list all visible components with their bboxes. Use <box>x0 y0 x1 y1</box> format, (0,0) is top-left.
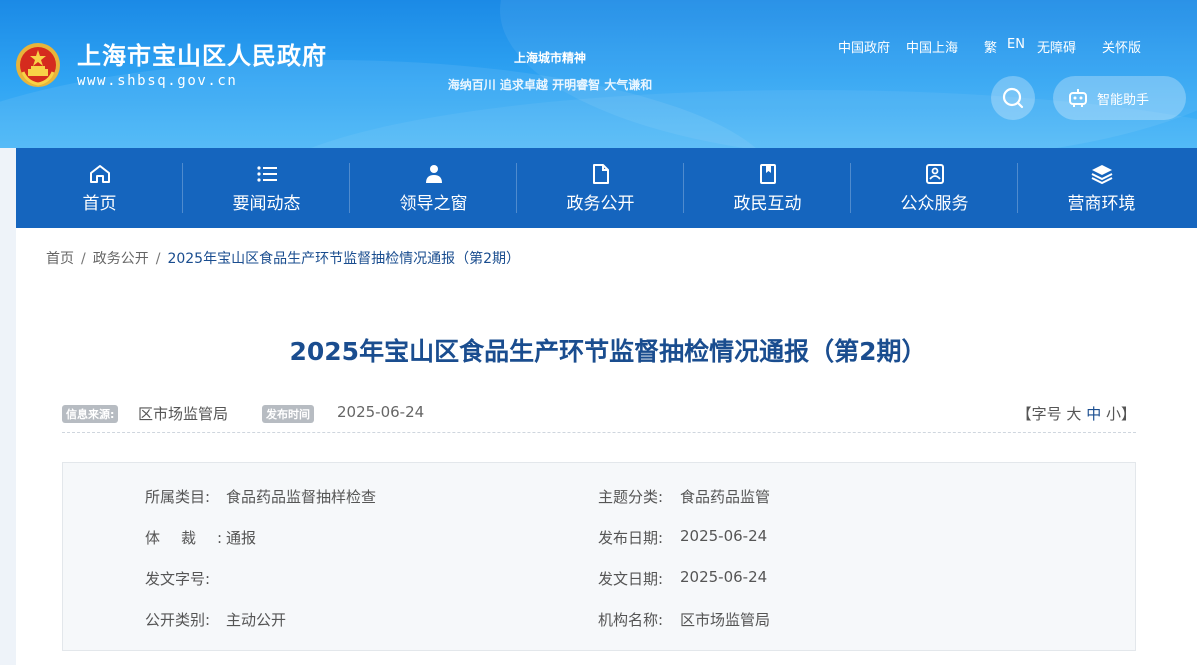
category-label: 所属类目: <box>145 488 211 506</box>
site-name[interactable]: 上海市宝山区人民政府 <box>77 36 327 71</box>
nav-item-news[interactable]: 要闻动态 <box>183 148 350 228</box>
date-value: 2025-06-24 <box>337 403 425 421</box>
search-icon <box>1002 87 1024 109</box>
link-china-gov[interactable]: 中国政府 <box>838 37 890 56</box>
topic-label: 主题分类: <box>598 488 664 506</box>
top-links: 中国政府 中国上海 繁 EN 无障碍 关怀版 <box>838 37 1141 56</box>
nav-item-interaction[interactable]: 政民互动 <box>684 148 851 228</box>
breadcrumb-separator: / <box>81 251 86 267</box>
national-emblem-icon[interactable] <box>15 42 61 88</box>
nav-label: 首页 <box>82 193 117 214</box>
link-accessibility[interactable]: 无障碍 <box>1037 37 1076 56</box>
org-name-value: 区市场监管局 <box>680 611 771 629</box>
doc-date-label: 发文日期: <box>598 570 664 588</box>
info-row: 公开类别: 主动公开 机构名称: 区市场监管局 <box>63 609 1137 629</box>
search-button[interactable] <box>991 76 1035 120</box>
breadcrumb-separator: / <box>155 251 161 267</box>
person-icon <box>425 164 442 183</box>
nav-item-public-service[interactable]: 公众服务 <box>851 148 1018 228</box>
font-size-control: 【字号 大 中 小】 <box>1017 403 1136 424</box>
info-row: 所属类目: 食品药品监督抽样检查 主题分类: 食品药品监管 <box>63 486 1137 506</box>
smart-assistant-label: 智能助手 <box>1097 92 1150 108</box>
link-elderly-mode[interactable]: 关怀版 <box>1102 37 1141 56</box>
link-traditional-chinese[interactable]: 繁 <box>984 37 997 56</box>
article-title: 2025年宝山区食品生产环节监督抽检情况通报（第2期） <box>289 337 927 366</box>
pub-date-label: 发布日期: <box>598 529 664 547</box>
open-type-label: 公开类别: <box>145 611 211 629</box>
layers-icon <box>1091 164 1112 184</box>
font-size-prefix: 【字号 <box>1016 405 1062 423</box>
breadcrumb-gov-affairs[interactable]: 政务公开 <box>93 251 149 267</box>
nav-label: 政民互动 <box>733 193 802 214</box>
category-value: 食品药品监督抽样检查 <box>226 488 377 506</box>
nav-item-gov-affairs[interactable]: 政务公开 <box>517 148 684 228</box>
info-row: 发文字号: 发文日期: 2025-06-24 <box>63 568 1137 588</box>
document-info-table: 所属类目: 食品药品监督抽样检查 主题分类: 食品药品监管 体裁: 通报 发布日… <box>62 462 1136 651</box>
article-meta: 信息来源: 区市场监管局 发布时间 2025-06-24 【字号 大 中 小】 <box>62 403 1136 433</box>
service-icon <box>925 163 944 184</box>
nav-item-business[interactable]: 营商环境 <box>1018 148 1185 228</box>
doc-date-value: 2025-06-24 <box>680 568 768 586</box>
source-tag: 信息来源: <box>62 405 119 423</box>
org-name-label: 机构名称: <box>598 611 664 629</box>
date-tag: 发布时间 <box>262 405 314 423</box>
smart-assistant-button[interactable]: 智能助手 <box>1053 76 1186 120</box>
nav-label: 要闻动态 <box>232 193 301 214</box>
article-container: 首页 / 政务公开 / 2025年宝山区食品生产环节监督抽检情况通报（第2期） 2025… <box>16 228 1197 665</box>
nav-item-leaders[interactable]: 领导之窗 <box>350 148 517 228</box>
pub-date-value: 2025-06-24 <box>680 527 768 545</box>
main-nav: 首页 要闻动态 领导之窗 政务公开 政民互动 公众服务 营商环境 <box>16 148 1197 228</box>
font-size-small-button[interactable]: 小】 <box>1106 405 1136 423</box>
font-size-medium-button[interactable]: 中 <box>1086 405 1101 423</box>
breadcrumb-home[interactable]: 首页 <box>46 251 74 267</box>
nav-label: 政务公开 <box>566 193 635 214</box>
breadcrumb-current: 2025年宝山区食品生产环节监督抽检情况通报（第2期） <box>167 251 520 267</box>
bookmark-icon <box>759 163 776 184</box>
open-type-value: 主动公开 <box>226 611 287 629</box>
nav-label: 营商环境 <box>1067 193 1136 214</box>
link-china-shanghai[interactable]: 中国上海 <box>906 37 958 56</box>
genre-value: 通报 <box>226 529 257 547</box>
source-value: 区市场监管局 <box>138 405 229 423</box>
topic-value: 食品药品监管 <box>680 488 771 506</box>
link-english[interactable]: EN <box>1007 37 1025 56</box>
breadcrumb: 首页 / 政务公开 / 2025年宝山区食品生产环节监督抽检情况通报（第2期） <box>46 248 520 268</box>
slogan-text: 海纳百川 追求卓越 开明睿智 大气谦和 <box>447 78 653 92</box>
list-icon <box>256 165 277 182</box>
site-header: 上海市宝山区人民政府 www.shbsq.gov.cn 上海城市精神 海纳百川 … <box>0 0 1197 148</box>
home-icon <box>89 164 110 183</box>
font-size-large-button[interactable]: 大 <box>1066 405 1081 423</box>
nav-item-home[interactable]: 首页 <box>16 148 183 228</box>
robot-icon <box>1069 89 1087 107</box>
info-row: 体裁: 通报 发布日期: 2025-06-24 <box>63 527 1137 547</box>
doc-number-label: 发文字号: <box>145 570 211 588</box>
nav-label: 公众服务 <box>900 193 969 214</box>
nav-label: 领导之窗 <box>399 193 468 214</box>
site-domain: www.shbsq.gov.cn <box>77 73 238 89</box>
document-icon <box>592 163 609 184</box>
slogan-title: 上海城市精神 <box>513 51 586 65</box>
